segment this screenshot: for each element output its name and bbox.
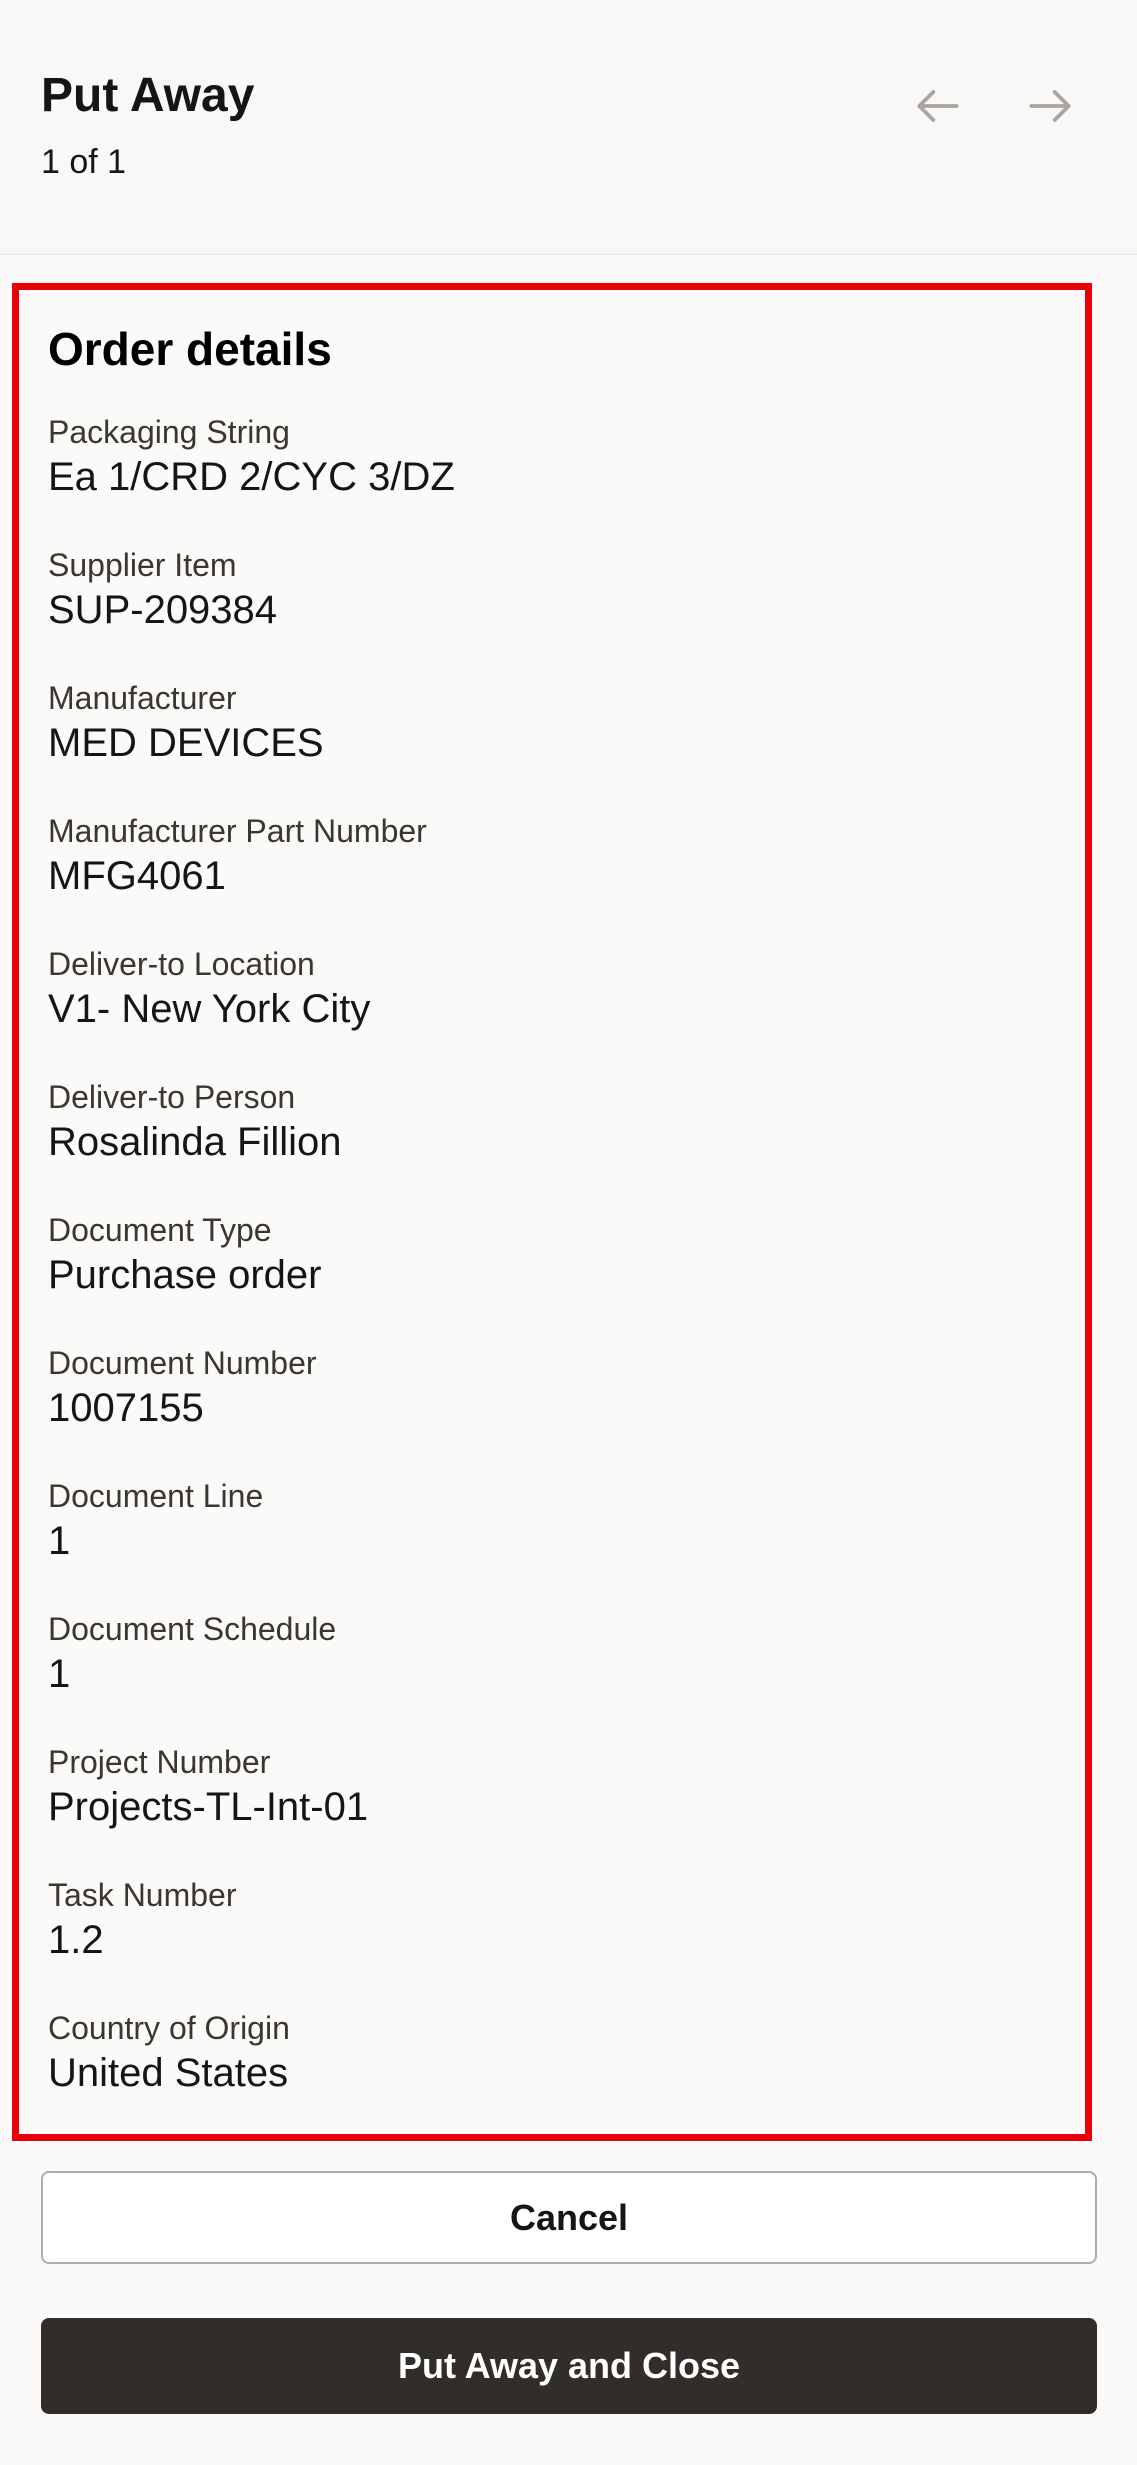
field-document-type: Document Type Purchase order (48, 1211, 1048, 1344)
field-label: Deliver-to Person (48, 1079, 296, 1115)
next-record-button[interactable] (1010, 66, 1090, 146)
arrow-left-icon (917, 90, 959, 122)
field-manufacturer-part-number: Manufacturer Part Number MFG4061 (48, 812, 1048, 945)
record-counter: 1 of 1 (41, 143, 127, 181)
field-label: Supplier Item (48, 547, 237, 583)
field-value: V1- New York City (48, 987, 371, 1031)
field-label: Deliver-to Location (48, 946, 315, 982)
field-value: Rosalinda Fillion (48, 1120, 342, 1164)
field-label: Country of Origin (48, 2010, 290, 2046)
field-label: Document Schedule (48, 1611, 337, 1647)
page-title: Put Away (41, 69, 255, 122)
field-value: 1.2 (48, 1918, 104, 1962)
field-document-line: Document Line 1 (48, 1477, 1048, 1610)
page-header: Put Away 1 of 1 (0, 0, 1137, 255)
put-away-and-close-button[interactable]: Put Away and Close (41, 2318, 1097, 2414)
field-value: 1 (48, 1519, 71, 1563)
field-label: Task Number (48, 1877, 237, 1913)
field-value: 1 (48, 1652, 71, 1696)
field-value: United States (48, 2051, 289, 2095)
field-packaging-string: Packaging String Ea 1/CRD 2/CYC 3/DZ (48, 413, 1048, 546)
order-details-panel: Order details Packaging String Ea 1/CRD … (12, 283, 1092, 2141)
field-document-schedule: Document Schedule 1 (48, 1610, 1048, 1743)
cancel-button[interactable]: Cancel (41, 2171, 1097, 2264)
field-supplier-item: Supplier Item SUP-209384 (48, 546, 1048, 679)
previous-record-button[interactable] (898, 66, 978, 146)
field-label: Manufacturer Part Number (48, 813, 427, 849)
field-deliver-to-person: Deliver-to Person Rosalinda Fillion (48, 1078, 1048, 1211)
field-label: Document Number (48, 1345, 317, 1381)
field-country-of-origin: Country of Origin United States (48, 2009, 1048, 2142)
field-value: Purchase order (48, 1253, 322, 1297)
field-label: Project Number (48, 1744, 271, 1780)
field-value: Projects-TL-Int-01 (48, 1785, 369, 1829)
field-label: Document Line (48, 1478, 264, 1514)
field-value: MFG4061 (48, 854, 226, 898)
field-manufacturer: Manufacturer MED DEVICES (48, 679, 1048, 812)
field-task-number: Task Number 1.2 (48, 1876, 1048, 2009)
field-label: Document Type (48, 1212, 272, 1248)
field-value: Ea 1/CRD 2/CYC 3/DZ (48, 455, 455, 499)
field-deliver-to-location: Deliver-to Location V1- New York City (48, 945, 1048, 1078)
field-document-number: Document Number 1007155 (48, 1344, 1048, 1477)
field-project-number: Project Number Projects-TL-Int-01 (48, 1743, 1048, 1876)
field-value: SUP-209384 (48, 588, 278, 632)
field-value: 1007155 (48, 1386, 204, 1430)
field-label: Manufacturer (48, 680, 237, 716)
field-label: Packaging String (48, 414, 290, 450)
order-details-fields: Packaging String Ea 1/CRD 2/CYC 3/DZ Sup… (48, 413, 1048, 2142)
arrow-right-icon (1029, 90, 1071, 122)
field-value: MED DEVICES (48, 721, 324, 765)
section-title: Order details (48, 323, 332, 375)
